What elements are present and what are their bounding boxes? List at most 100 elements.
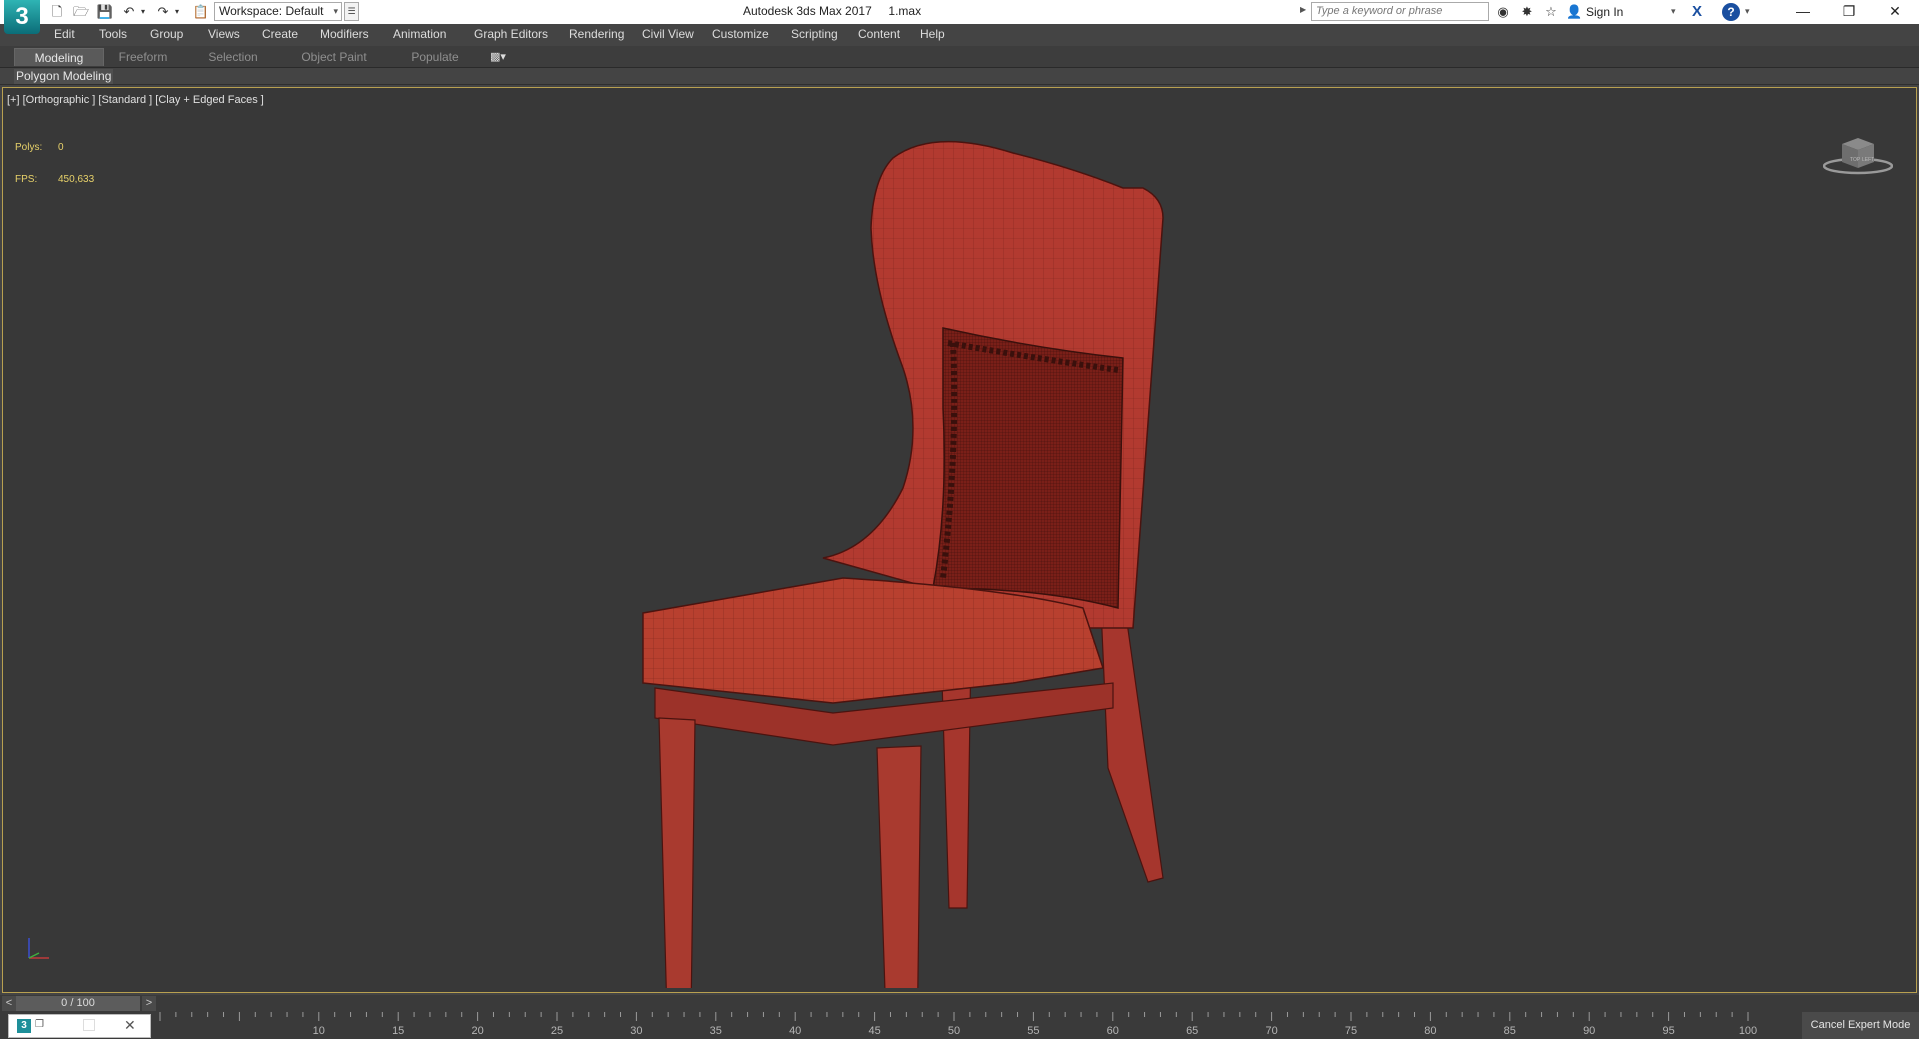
- ribbon-panel-row: Polygon Modeling: [0, 68, 1919, 85]
- axis-tripod-icon: [28, 938, 49, 959]
- tab-populate[interactable]: Populate: [400, 48, 470, 66]
- chevron-down-icon[interactable]: ▾: [1671, 6, 1676, 17]
- chevron-down-icon: ▾: [333, 6, 338, 16]
- viewcube-icon[interactable]: TOP LEFT: [1823, 128, 1893, 176]
- ruler-tick-label: 25: [551, 1025, 563, 1037]
- chair-front-leg-left: [658, 717, 696, 988]
- time-slider[interactable]: 0 / 100: [16, 996, 140, 1011]
- search-input[interactable]: Type a keyword or phrase: [1311, 2, 1489, 21]
- menu-item-create[interactable]: Create: [262, 27, 298, 41]
- ruler-tick-label: 20: [471, 1025, 483, 1037]
- fps-label: FPS:: [15, 174, 38, 185]
- ruler-tick-label: 45: [868, 1025, 880, 1037]
- tab-modeling[interactable]: Modeling: [14, 48, 104, 66]
- app-logo-icon[interactable]: 3: [4, 0, 40, 34]
- ruler-tick-label: 55: [1027, 1025, 1039, 1037]
- chair-3d-model[interactable]: [603, 108, 1203, 988]
- ribbon-tabs: Modeling Freeform Selection Object Paint…: [0, 46, 1919, 68]
- chevron-down-icon[interactable]: ▾: [1745, 6, 1750, 17]
- help-icon[interactable]: ?: [1722, 3, 1740, 21]
- fps-value: 450,633: [58, 174, 95, 185]
- menu-item-scripting[interactable]: Scripting: [791, 27, 838, 41]
- ruler-tick-label: 80: [1424, 1025, 1436, 1037]
- favorites-star-icon[interactable]: ☆: [1542, 3, 1560, 21]
- title-bar: 3 🗋 🗁 💾 ↶ ▾ ↷ ▾ 📋 Workspace: Default ▾ ☰…: [0, 0, 1919, 34]
- menu-item-rendering[interactable]: Rendering: [569, 27, 624, 41]
- restore-icon[interactable]: ❐: [35, 1019, 44, 1030]
- exchange-apps-icon[interactable]: X: [1688, 3, 1706, 21]
- undo-icon[interactable]: ↶: [120, 3, 138, 21]
- close-icon[interactable]: ✕: [124, 1017, 136, 1034]
- menu-item-civil-view[interactable]: Civil View: [642, 27, 694, 41]
- sign-in-button[interactable]: Sign In: [1586, 5, 1623, 19]
- open-file-icon[interactable]: 🗁: [72, 3, 90, 21]
- menu-item-help[interactable]: Help: [920, 27, 945, 41]
- menu-item-animation[interactable]: Animation: [393, 27, 446, 41]
- window-title: Autodesk 3ds Max 2017 1.max: [743, 4, 922, 18]
- ruler-tick-label: 40: [789, 1025, 801, 1037]
- polys-value: 0: [58, 142, 64, 153]
- menu-item-customize[interactable]: Customize: [712, 27, 769, 41]
- ruler-tick-label: 35: [710, 1025, 722, 1037]
- menu-item-modifiers[interactable]: Modifiers: [320, 27, 369, 41]
- menu-item-content[interactable]: Content: [858, 27, 900, 41]
- binoculars-icon[interactable]: ◉: [1494, 3, 1512, 21]
- menu-item-views[interactable]: Views: [208, 27, 240, 41]
- ruler-tick-label: 65: [1186, 1025, 1198, 1037]
- maximize-icon[interactable]: [83, 1019, 95, 1031]
- ruler-tick-label: 100: [1739, 1025, 1757, 1037]
- menu-item-graph-editors[interactable]: Graph Editors: [474, 27, 548, 41]
- ruler-tick-label: 75: [1345, 1025, 1357, 1037]
- workspace-select[interactable]: Workspace: Default ▾: [214, 2, 342, 21]
- chair-pillow-wireframe: [933, 328, 1123, 608]
- ruler-tick-label: 70: [1265, 1025, 1277, 1037]
- chair-back-leg-right: [1100, 607, 1164, 883]
- project-folder-icon[interactable]: 📋: [192, 3, 210, 21]
- polys-label: Polys:: [15, 142, 43, 153]
- viewport-orthographic[interactable]: [+] [Orthographic ] [Standard ] [Clay + …: [2, 87, 1917, 993]
- quick-access-customize-icon[interactable]: ☰: [344, 2, 359, 21]
- undo-dropdown-icon[interactable]: ▾: [138, 3, 148, 21]
- ruler-tick-label: 85: [1504, 1025, 1516, 1037]
- time-slider-prev-button[interactable]: <: [2, 996, 16, 1011]
- viewport-label-menu[interactable]: [+] [Orthographic ] [Standard ] [Clay + …: [7, 94, 264, 106]
- workspace-label: Workspace: Default: [219, 4, 324, 18]
- app-logo-icon: 3: [17, 1019, 31, 1033]
- minimized-viewport-window[interactable]: 3 ❐ ✕: [8, 1014, 151, 1038]
- ruler-tick-label: 60: [1107, 1025, 1119, 1037]
- tab-selection[interactable]: Selection: [198, 48, 268, 66]
- trackbar-ruler[interactable]: 10 15 20 25 30 35 40 45 50 55 60 65 70 75 80 85 90 95 100: [158, 1012, 1760, 1039]
- subscription-icon[interactable]: ✸: [1518, 3, 1536, 21]
- polygon-modeling-panel[interactable]: Polygon Modeling: [14, 69, 114, 84]
- save-icon[interactable]: 💾: [96, 3, 114, 21]
- time-slider-bar: < 0 / 100 >: [0, 995, 1919, 1012]
- tab-freeform[interactable]: Freeform: [108, 48, 178, 66]
- ruler-tick-label: 15: [392, 1025, 404, 1037]
- close-icon[interactable]: ✕: [1872, 0, 1918, 24]
- viewcube-face-top: TOP: [1850, 157, 1861, 163]
- ribbon-toggle-icon[interactable]: ▩▾: [490, 50, 506, 63]
- new-file-icon[interactable]: 🗋: [48, 3, 66, 21]
- ruler-tick-label: 30: [630, 1025, 642, 1037]
- menu-item-edit[interactable]: Edit: [54, 27, 75, 41]
- time-slider-next-button[interactable]: >: [142, 996, 156, 1011]
- menu-bar: Edit Tools Group Views Create Modifiers …: [0, 24, 1919, 46]
- ruler-tick-label: 10: [313, 1025, 325, 1037]
- viewcube-face-left: LEFT: [1862, 157, 1874, 163]
- tab-object-paint[interactable]: Object Paint: [294, 48, 374, 66]
- trackbar-row: 3 ❐ ✕ 10 15 20 25 30 35 40 45 50 55 60 65 70 75 80 85 90…: [0, 1012, 1919, 1039]
- ruler-tick-label: 50: [948, 1025, 960, 1037]
- search-expand-icon[interactable]: ▶: [1300, 5, 1306, 14]
- menu-item-group[interactable]: Group: [150, 27, 183, 41]
- redo-dropdown-icon[interactable]: ▾: [172, 3, 182, 21]
- restore-icon[interactable]: ❐: [1826, 0, 1872, 24]
- ruler-tick-label: 90: [1583, 1025, 1595, 1037]
- ruler-tick-label: 95: [1662, 1025, 1674, 1037]
- menu-item-tools[interactable]: Tools: [99, 27, 127, 41]
- chair-front-leg-right: [876, 745, 922, 988]
- user-icon: 👤: [1566, 4, 1583, 19]
- minimize-icon[interactable]: —: [1780, 0, 1826, 24]
- time-slider-track[interactable]: [158, 996, 1758, 1011]
- cancel-expert-mode-button[interactable]: Cancel Expert Mode: [1802, 1012, 1919, 1039]
- redo-icon[interactable]: ↷: [154, 3, 172, 21]
